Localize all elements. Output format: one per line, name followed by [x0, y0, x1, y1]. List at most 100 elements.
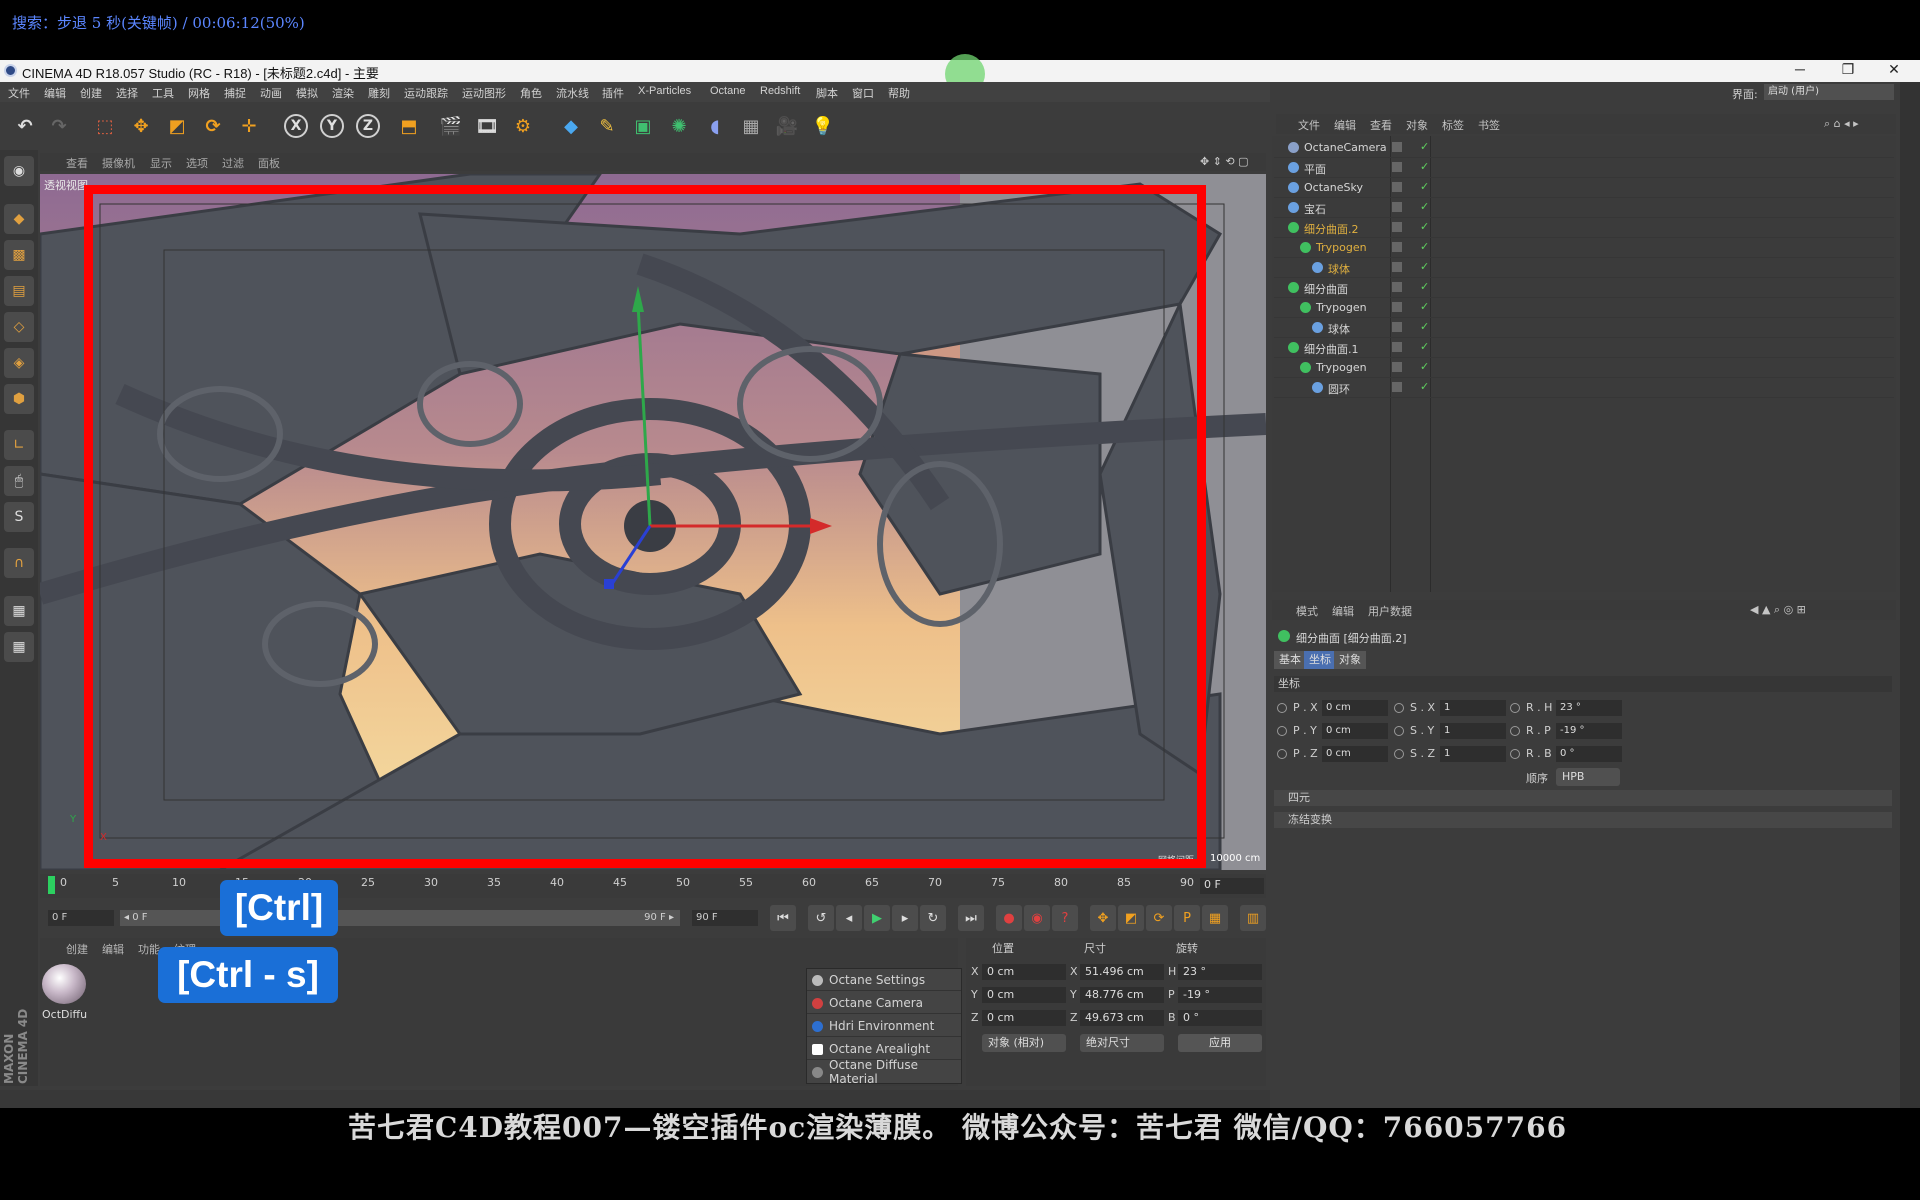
octane-camera-item[interactable]: Octane Camera [807, 992, 961, 1014]
end-frame-field[interactable]: 90 F [692, 910, 758, 926]
menu-motion-tracking[interactable]: 运动跟踪 [404, 85, 448, 101]
maximize-button[interactable]: ❐ [1828, 61, 1868, 78]
render-view-icon[interactable]: 🎬 [436, 111, 466, 141]
vp-menu-options[interactable]: 选项 [186, 155, 208, 171]
layer-toggle-icon[interactable] [1392, 162, 1402, 172]
close-button[interactable]: ✕ [1874, 61, 1914, 78]
enabled-check-icon[interactable]: ✓ [1420, 180, 1429, 193]
om-menu-bookmarks[interactable]: 书签 [1478, 117, 1500, 133]
render-settings-icon[interactable]: ⚙ [508, 111, 538, 141]
menu-simulate[interactable]: 模拟 [296, 85, 318, 101]
enabled-check-icon[interactable]: ✓ [1420, 200, 1429, 213]
freeze-transform-section[interactable]: 冻结变换 [1274, 812, 1892, 828]
object-row[interactable]: Trypogen ✓ [1274, 358, 1894, 378]
rb-field[interactable]: 0 ° [1556, 746, 1622, 762]
menu-script[interactable]: 脚本 [816, 85, 838, 101]
range-slider[interactable]: ◂ 0 F 90 F ▸ [120, 910, 680, 926]
menu-help[interactable]: 帮助 [888, 85, 910, 101]
object-row[interactable]: 细分曲面.2 ✓ [1274, 218, 1894, 238]
layer-toggle-icon[interactable] [1392, 222, 1402, 232]
cube-primitive-icon[interactable]: ◆ [556, 111, 586, 141]
om-menu-edit[interactable]: 编辑 [1334, 117, 1356, 133]
layer-toggle-icon[interactable] [1392, 362, 1402, 372]
rh-field[interactable]: 23 ° [1556, 700, 1622, 716]
sx-field[interactable]: 1 [1440, 700, 1506, 716]
sy-field[interactable]: 1 [1440, 723, 1506, 739]
next-frame-icon[interactable]: ▸ [892, 905, 918, 931]
quaternion-section[interactable]: 四元 [1274, 790, 1892, 806]
layer-toggle-icon[interactable] [1392, 302, 1402, 312]
enabled-check-icon[interactable]: ✓ [1420, 280, 1429, 293]
menu-select[interactable]: 选择 [116, 85, 138, 101]
vp-menu-filter[interactable]: 过滤 [222, 155, 244, 171]
object-row[interactable]: 平面 ✓ [1274, 158, 1894, 178]
object-row[interactable]: 球体 ✓ [1274, 318, 1894, 338]
side-tab-strip[interactable] [1900, 82, 1920, 1108]
z-axis-lock-icon[interactable]: Z [356, 114, 380, 138]
pen-spline-icon[interactable]: ✎ [592, 111, 622, 141]
current-frame-field[interactable]: 0 F [1200, 878, 1264, 894]
enabled-check-icon[interactable]: ✓ [1420, 240, 1429, 253]
points-mode-icon[interactable]: ◇ [4, 312, 34, 342]
planar-workplane-icon[interactable]: ▦ [4, 632, 34, 662]
magnet-icon[interactable]: ∩ [4, 548, 34, 578]
om-menu-objects[interactable]: 对象 [1406, 117, 1428, 133]
octane-arealight-item[interactable]: Octane Arealight [807, 1038, 961, 1060]
sz-field[interactable]: 1 [1440, 746, 1506, 762]
menu-mesh[interactable]: 网格 [188, 85, 210, 101]
pos-z-field[interactable]: 0 cm [982, 1010, 1066, 1026]
om-menu-tags[interactable]: 标签 [1442, 117, 1464, 133]
menu-file[interactable]: 文件 [8, 85, 30, 101]
pz-animate-radio[interactable] [1277, 749, 1287, 759]
layer-toggle-icon[interactable] [1392, 202, 1402, 212]
rb-animate-radio[interactable] [1510, 749, 1520, 759]
layer-toggle-icon[interactable] [1392, 282, 1402, 292]
axis-mode-icon[interactable]: ∟ [4, 430, 34, 460]
object-row[interactable]: OctaneSky ✓ [1274, 178, 1894, 198]
enabled-check-icon[interactable]: ✓ [1420, 160, 1429, 173]
layer-toggle-icon[interactable] [1392, 182, 1402, 192]
object-row[interactable]: 细分曲面.1 ✓ [1274, 338, 1894, 358]
rotate-tool-icon[interactable]: ⟳ [198, 111, 228, 141]
enabled-check-icon[interactable]: ✓ [1420, 220, 1429, 233]
pos-y-field[interactable]: 0 cm [982, 987, 1066, 1003]
goto-start-icon[interactable]: ⏮ [770, 905, 796, 931]
viewport-nav-icons[interactable]: ✥ ⇕ ⟲ ▢ [1200, 155, 1249, 168]
vp-menu-cameras[interactable]: 摄像机 [102, 155, 135, 171]
material-thumbnail[interactable] [42, 964, 86, 1004]
deformer-icon[interactable]: ◖ [700, 111, 730, 141]
mat-menu-create[interactable]: 创建 [66, 941, 88, 957]
om-menu-view[interactable]: 查看 [1370, 117, 1392, 133]
menu-mograph[interactable]: 运动图形 [462, 85, 506, 101]
vp-menu-display[interactable]: 显示 [150, 155, 172, 171]
key-parameter-icon[interactable]: P [1174, 905, 1200, 931]
octane-diffuse-material-item[interactable]: Octane Diffuse Material [807, 1058, 961, 1086]
py-field[interactable]: 0 cm [1322, 723, 1388, 739]
menu-snap[interactable]: 捕捉 [224, 85, 246, 101]
texture-mode-icon[interactable]: ▩ [4, 240, 34, 270]
object-row[interactable]: 细分曲面 ✓ [1274, 278, 1894, 298]
timeline-playhead[interactable] [48, 876, 55, 894]
enabled-check-icon[interactable]: ✓ [1420, 260, 1429, 273]
tweak-mode-icon[interactable]: 🖱 [4, 466, 34, 496]
tab-object[interactable]: 对象 [1334, 651, 1366, 669]
menu-window[interactable]: 窗口 [852, 85, 874, 101]
autokey-icon[interactable]: ◉ [1024, 905, 1050, 931]
hdri-environment-item[interactable]: Hdri Environment [807, 1015, 961, 1037]
object-row[interactable]: 宝石 ✓ [1274, 198, 1894, 218]
layer-toggle-icon[interactable] [1392, 322, 1402, 332]
layer-toggle-icon[interactable] [1392, 142, 1402, 152]
workplane-mode-icon[interactable]: ▤ [4, 276, 34, 306]
redo-icon[interactable]: ↷ [44, 111, 74, 141]
key-rotation-icon[interactable]: ⟳ [1146, 905, 1172, 931]
object-row[interactable]: 圆环 ✓ [1274, 378, 1894, 398]
apply-button[interactable]: 应用 [1178, 1034, 1262, 1052]
undo-icon[interactable]: ↶ [10, 111, 40, 141]
subdivision-surface-icon[interactable]: ▣ [628, 111, 658, 141]
interface-layout-dropdown[interactable]: 启动 (用户) [1764, 84, 1894, 100]
rp-field[interactable]: -19 ° [1556, 723, 1622, 739]
move-tool-icon[interactable]: ✥ [126, 111, 156, 141]
menu-pipeline[interactable]: 流水线 [556, 85, 589, 101]
key-position-icon[interactable]: ✥ [1090, 905, 1116, 931]
px-field[interactable]: 0 cm [1322, 700, 1388, 716]
